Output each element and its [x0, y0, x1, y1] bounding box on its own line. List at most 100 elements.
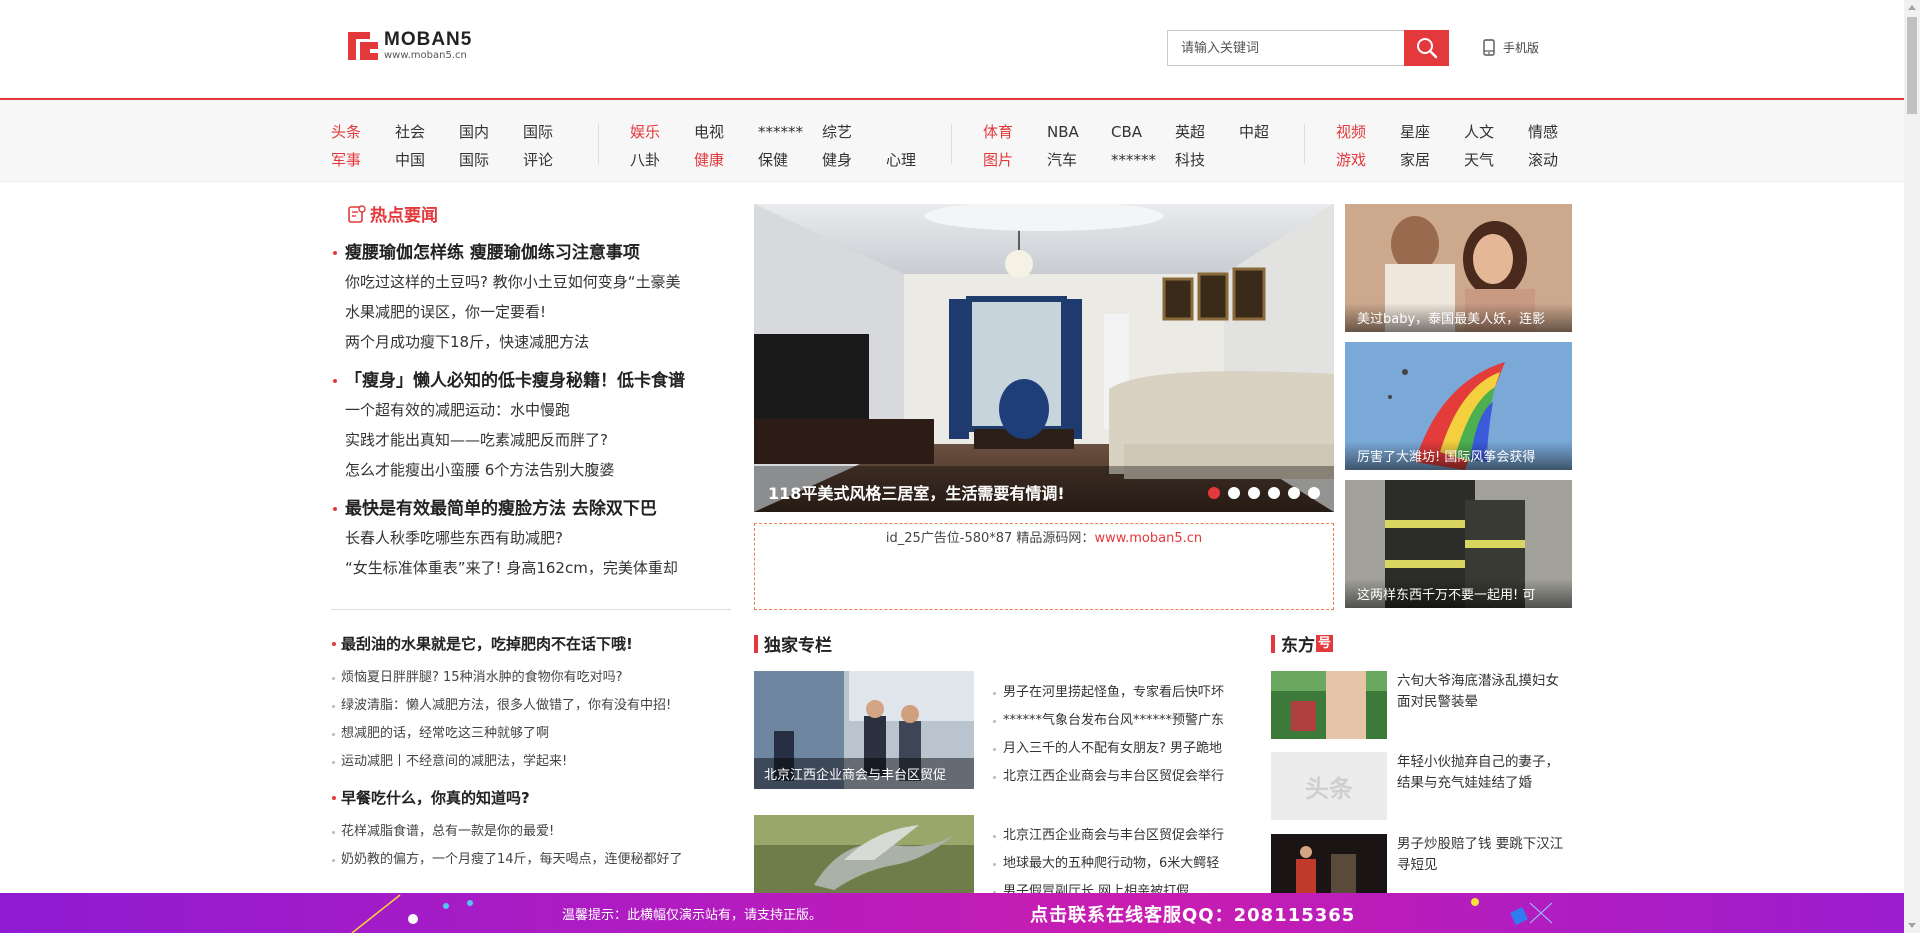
- list-item[interactable]: 烦恼夏日胖胖腿? 15种消水肿的食物你有吃对吗?: [331, 669, 622, 687]
- slider-dot[interactable]: [1208, 487, 1220, 499]
- exclusive-item[interactable]: 地球最大的五种爬行动物，6米大鳄轻: [992, 855, 1242, 873]
- featured-slider[interactable]: 118平美式风格三居室，生活需要有情调!: [754, 204, 1334, 512]
- nav-link[interactable]: 中国: [395, 150, 459, 170]
- nav-link[interactable]: ******: [758, 122, 822, 142]
- hot-news-sub[interactable]: 你吃过这样的土豆吗? 教你小土豆如何变身“土豪美: [331, 267, 731, 297]
- list-headline[interactable]: 最刮油的水果就是它，吃掉肥肉不在话下哦!: [331, 634, 633, 654]
- list-item[interactable]: 奶奶教的偏方，一个月瘦了14斤，每天喝点，连便秘都好了: [331, 851, 683, 869]
- nav-link[interactable]: 健康: [694, 150, 758, 170]
- scroll-up-arrow-icon[interactable]: [1908, 5, 1916, 10]
- nav-link[interactable]: 中超: [1239, 122, 1303, 142]
- scroll-down-arrow-icon[interactable]: [1908, 923, 1916, 928]
- hot-news-headline[interactable]: 「瘦身」懒人必知的低卡瘦身秘籍！低卡食谱: [331, 370, 731, 392]
- exclusive-item[interactable]: 月入三千的人不配有女朋友? 男子跪地: [992, 740, 1242, 758]
- nav-link[interactable]: 体育: [983, 122, 1047, 142]
- nav-link[interactable]: 国内: [459, 122, 523, 142]
- side-thumb[interactable]: 这两样东西千万不要一起用! 可: [1345, 480, 1572, 608]
- slider-dots: [1208, 487, 1320, 499]
- hot-news-sub[interactable]: 长春人秋季吃哪些东西有助减肥?: [331, 523, 731, 553]
- search-form: [1167, 30, 1449, 66]
- nav-link[interactable]: 国际: [459, 150, 523, 170]
- ad-placeholder[interactable]: id_25广告位-580*87 精品源码网：www.moban5.cn: [754, 523, 1334, 610]
- exclusive-item[interactable]: ******气象台发布台风******预警广东: [992, 712, 1242, 730]
- dongfang-item[interactable]: 男子炒股赔了钱 要跳下汉江寻短见: [1271, 834, 1571, 902]
- slider-caption[interactable]: 118平美式风格三居室，生活需要有情调!: [768, 480, 1065, 504]
- nav-link[interactable]: 八卦: [630, 150, 694, 170]
- side-thumb[interactable]: 厉害了大潍坊! 国际风筝会获得: [1345, 342, 1572, 470]
- nav-link[interactable]: CBA: [1111, 122, 1175, 142]
- list-headline[interactable]: 早餐吃什么，你真的知道吗?: [331, 788, 530, 808]
- nav-link[interactable]: 人文: [1464, 122, 1528, 142]
- ad-link[interactable]: www.moban5.cn: [1094, 531, 1202, 546]
- nav-link[interactable]: 军事: [331, 150, 395, 170]
- nav-link[interactable]: NBA: [1047, 122, 1111, 142]
- nav-link[interactable]: 滚动: [1528, 150, 1592, 170]
- mobile-version-link[interactable]: 手机版: [1483, 39, 1539, 56]
- bottom-banner[interactable]: 温馨提示：此横幅仅演示站有，请支持正版。 点击联系在线客服QQ：20811536…: [0, 893, 1904, 933]
- nav-link[interactable]: 天气: [1464, 150, 1528, 170]
- slider-dot[interactable]: [1308, 487, 1320, 499]
- nav-link[interactable]: 心理: [886, 150, 950, 170]
- hot-news-sub[interactable]: 一个超有效的减肥运动：水中慢跑: [331, 395, 731, 425]
- nav-link[interactable]: 娱乐: [630, 122, 694, 142]
- list-item[interactable]: 绿波清脂：懒人减肥方法，很多人做错了，你有没有中招!: [331, 697, 671, 715]
- nav-link[interactable]: 游戏: [1336, 150, 1400, 170]
- dongfang-item[interactable]: 头条 年轻小伙抛弃自己的妻子，结果与充气娃娃结了婚: [1271, 752, 1571, 820]
- list-item[interactable]: 运动减肥丨不经意间的减肥法，学起来!: [331, 753, 567, 771]
- nav-link[interactable]: 综艺: [822, 122, 886, 142]
- slider-dot[interactable]: [1248, 487, 1260, 499]
- hot-news-block: 最快是有效最简单的瘦脸方法 去除双下巴 长春人秋季吃哪些东西有助减肥? “女生标…: [331, 498, 731, 583]
- dongfang-title-text: 东方: [1281, 636, 1315, 656]
- nav-link[interactable]: 评论: [523, 150, 587, 170]
- nav-link[interactable]: 科技: [1175, 150, 1239, 170]
- slider-dot[interactable]: [1268, 487, 1280, 499]
- nav-link[interactable]: 健身: [822, 150, 886, 170]
- nav-link[interactable]: 英超: [1175, 122, 1239, 142]
- nav-link[interactable]: 保健: [758, 150, 822, 170]
- nav-link[interactable]: 头条: [331, 122, 395, 142]
- exclusive-item[interactable]: 北京江西企业商会与丰台区贸促会举行: [992, 827, 1242, 845]
- side-thumb[interactable]: 美过baby，泰国最美人妖，连影: [1345, 204, 1572, 332]
- hot-news-headline[interactable]: 瘦腰瑜伽怎样练 瘦腰瑜伽练习注意事项: [331, 242, 731, 264]
- slider-dot[interactable]: [1228, 487, 1240, 499]
- search-button[interactable]: [1404, 30, 1449, 66]
- list-item[interactable]: 想减肥的话，经常吃这三种就够了啊: [331, 725, 549, 743]
- search-input[interactable]: [1167, 30, 1404, 66]
- nav-link[interactable]: 视频: [1336, 122, 1400, 142]
- hot-news-sub[interactable]: 怎么才能瘦出小蛮腰 6个方法告别大腹婆: [331, 455, 731, 485]
- exclusive-item[interactable]: 男子在河里捞起怪鱼，专家看后快吓坏: [992, 684, 1242, 702]
- phone-icon: [1483, 39, 1495, 56]
- hot-news-sub[interactable]: 两个月成功瘦下18斤，快速减肥方法: [331, 327, 731, 357]
- nav-link[interactable]: 星座: [1400, 122, 1464, 142]
- nav-link[interactable]: ******: [1111, 150, 1175, 170]
- slider-dot[interactable]: [1288, 487, 1300, 499]
- hot-news-headline[interactable]: 最快是有效最简单的瘦脸方法 去除双下巴: [331, 498, 731, 520]
- logo-text: MOBAN5: [384, 29, 473, 50]
- nav-link[interactable]: 情感: [1528, 122, 1592, 142]
- hot-news-block: 瘦腰瑜伽怎样练 瘦腰瑜伽练习注意事项 你吃过这样的土豆吗? 教你小土豆如何变身“…: [331, 242, 731, 357]
- exclusive-item[interactable]: 北京江西企业商会与丰台区贸促会举行: [992, 768, 1242, 786]
- nav-link[interactable]: 社会: [395, 122, 459, 142]
- nav-link[interactable]: 国际: [523, 122, 587, 142]
- exclusive-image[interactable]: [754, 815, 974, 895]
- exclusive-image[interactable]: 北京江西企业商会与丰台区贸促: [754, 671, 974, 789]
- dongfang-item[interactable]: 六旬大爷海底潜泳乱摸妇女 面对民警装晕: [1271, 671, 1571, 739]
- logo-mark-icon: [348, 30, 380, 62]
- main-nav: 头条 社会 国内 国际 军事 中国 国际 评论 娱乐 电视 ****** 综艺 …: [0, 100, 1920, 182]
- dongfang-badge: 号: [1316, 635, 1334, 652]
- title-bar: [1271, 634, 1275, 653]
- banner-qq-link[interactable]: 点击联系在线客服QQ：208115365: [1030, 901, 1355, 927]
- nav-link[interactable]: 电视: [694, 122, 758, 142]
- site-logo[interactable]: MOBAN5 www.moban5.cn: [348, 30, 472, 62]
- scrollbar-thumb[interactable]: [1907, 17, 1917, 114]
- nav-link[interactable]: 家居: [1400, 150, 1464, 170]
- hot-news-sub[interactable]: 实践才能出真知——吃素减肥反而胖了?: [331, 425, 731, 455]
- hot-news-sub[interactable]: “女生标准体重表”来了! 身高162cm，完美体重却: [331, 553, 731, 583]
- list-item[interactable]: 花样减脂食谱，总有一款是你的最爱!: [331, 823, 554, 841]
- nav-link[interactable]: 汽车: [1047, 150, 1111, 170]
- nav-link[interactable]: 图片: [983, 150, 1047, 170]
- mobile-version-label: 手机版: [1503, 41, 1540, 55]
- hot-news-sub[interactable]: 水果减肥的误区，你一定要看!: [331, 297, 731, 327]
- vertical-scrollbar[interactable]: [1904, 0, 1920, 933]
- search-icon: [1416, 38, 1437, 59]
